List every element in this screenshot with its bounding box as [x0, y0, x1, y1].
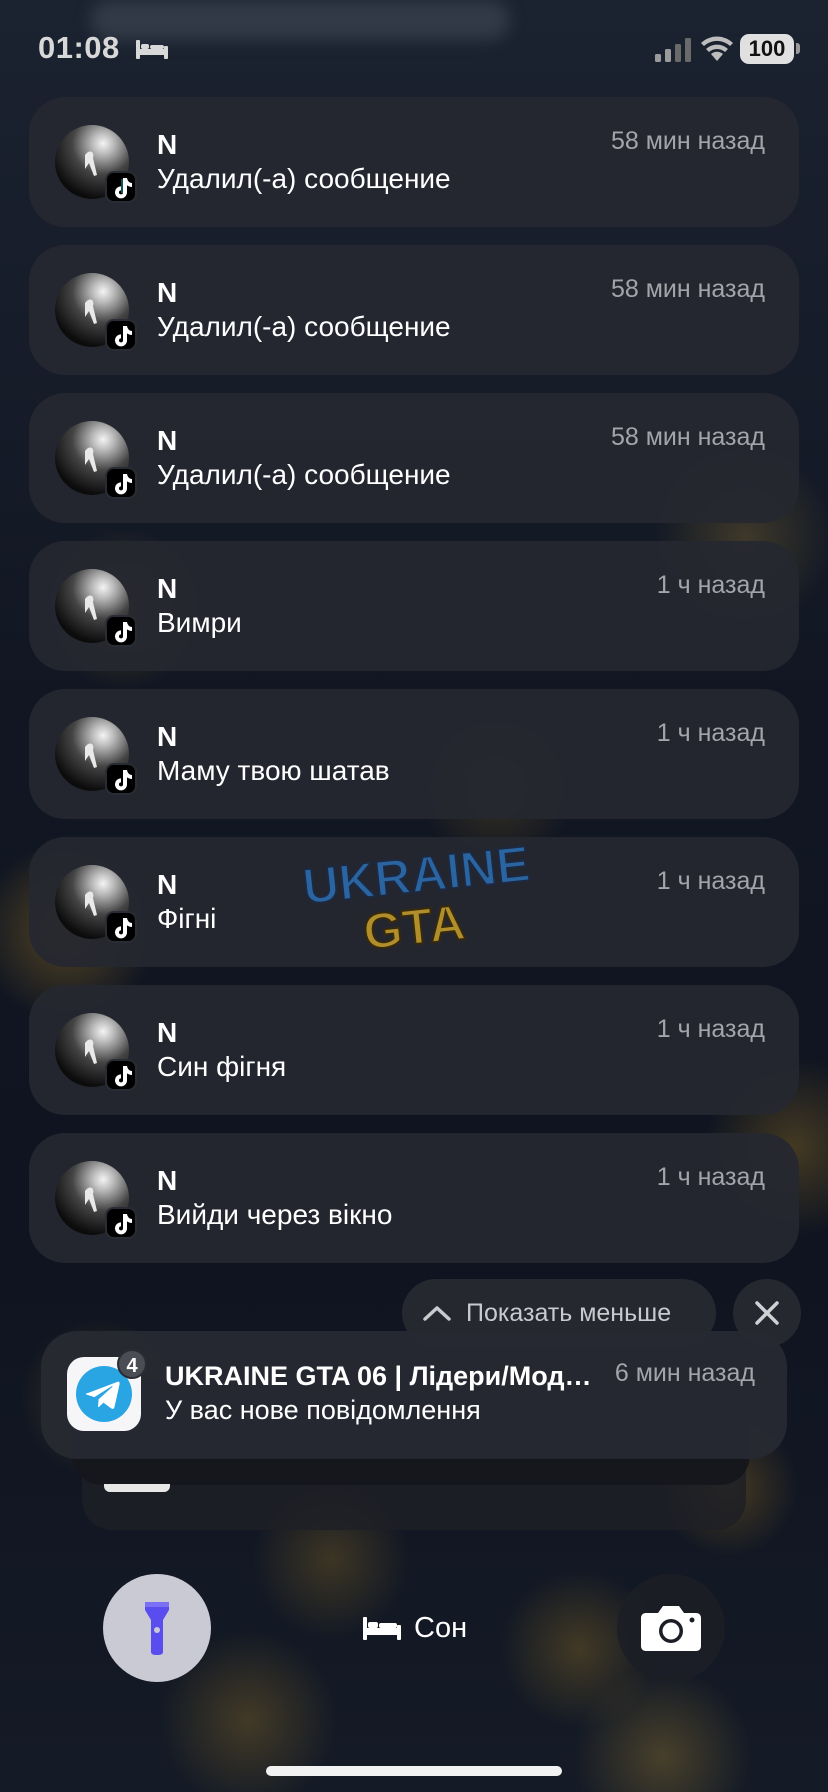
notification-body: Син фігня — [157, 1051, 287, 1082]
notification-time: 58 мин назад — [610, 275, 765, 303]
notification-time: 58 мин назад — [610, 423, 765, 451]
notification-body: Удалил(-а) сообщение — [157, 163, 451, 194]
notification-time: 1 ч назад — [656, 571, 765, 599]
status-bar: 01:08 100 — [0, 0, 828, 96]
tiktok-icon — [105, 763, 137, 795]
notification-time: 1 ч назад — [656, 719, 765, 747]
notification-body: Вийди через вікно — [157, 1199, 393, 1230]
cellular-signal-icon — [655, 38, 691, 62]
tiktok-icon — [105, 467, 137, 499]
unread-count-badge: 4 — [117, 1349, 147, 1379]
notification-time: 6 мин назад — [614, 1359, 755, 1387]
notification-body: Вимри — [157, 607, 242, 638]
notification-card[interactable]: N Син фігня 1 ч назад — [29, 985, 799, 1115]
notification-body: У вас нове повідомлення — [165, 1395, 481, 1425]
stacked-notification-edge — [104, 1484, 170, 1492]
battery-icon: 100 — [740, 34, 794, 64]
notification-time: 1 ч назад — [656, 867, 765, 895]
notification-title: N — [157, 425, 178, 456]
ukraine-gta-watermark: UKRAINE GTA — [299, 840, 533, 960]
tiktok-icon — [105, 615, 137, 647]
home-indicator[interactable] — [266, 1766, 562, 1776]
notification-title: N — [157, 129, 178, 160]
notification-title: N — [157, 869, 178, 900]
show-less-label: Показать меньше — [466, 1298, 672, 1327]
notification-title: N — [157, 1165, 178, 1196]
notification-time: 1 ч назад — [656, 1015, 765, 1043]
bed-icon — [363, 1617, 401, 1640]
notification-title: N — [157, 573, 178, 604]
tiktok-icon — [105, 319, 137, 351]
chevron-up-icon — [423, 1306, 451, 1321]
camera-button[interactable] — [617, 1574, 725, 1682]
notification-body: Удалил(-а) сообщение — [157, 459, 451, 490]
notification-body: Фігні — [157, 903, 217, 934]
notification-time: 58 мин назад — [610, 127, 765, 155]
notification-card[interactable]: N Удалил(-а) сообщение 58 мин назад — [29, 97, 799, 227]
tiktok-icon — [105, 171, 137, 203]
notification-title: N — [157, 1017, 178, 1048]
notification-title: N — [157, 721, 178, 752]
tiktok-icon — [105, 1207, 137, 1239]
wifi-icon — [701, 36, 733, 61]
notification-body: Удалил(-а) сообщение — [157, 311, 451, 342]
notification-time: 1 ч назад — [656, 1163, 765, 1191]
notification-body: Маму твою шатав — [157, 755, 390, 786]
notification-card[interactable]: N Вимри 1 ч назад — [29, 541, 799, 671]
watermark-line2: GTA — [361, 894, 468, 960]
status-time: 01:08 — [38, 30, 120, 65]
notification-title: UKRAINE GTA 06 | Лідери/Модератори — [165, 1361, 595, 1391]
blurred-banner — [90, 0, 510, 40]
notification-card[interactable]: N Удалил(-а) сообщение 58 мин назад — [29, 393, 799, 523]
close-icon — [755, 1301, 779, 1325]
camera-icon — [641, 1606, 701, 1651]
flashlight-icon — [145, 1602, 169, 1655]
sleep-focus-indicator[interactable]: Сон — [362, 1606, 467, 1650]
notification-card[interactable]: N Вийди через вікно 1 ч назад — [29, 1133, 799, 1263]
telegram-notification-card[interactable]: 4 UKRAINE GTA 06 | Лідери/Модератори 6 м… — [41, 1331, 787, 1459]
notification-title: N — [157, 277, 178, 308]
flashlight-button[interactable] — [103, 1574, 211, 1682]
tiktok-icon — [105, 1059, 137, 1091]
focus-mode-label: Сон — [414, 1611, 468, 1644]
notification-card[interactable]: N Удалил(-а) сообщение 58 мин назад — [29, 245, 799, 375]
notification-card[interactable]: N Маму твою шатав 1 ч назад — [29, 689, 799, 819]
tiktok-icon — [105, 911, 137, 943]
bed-icon — [136, 40, 168, 59]
battery-tip — [796, 43, 800, 54]
